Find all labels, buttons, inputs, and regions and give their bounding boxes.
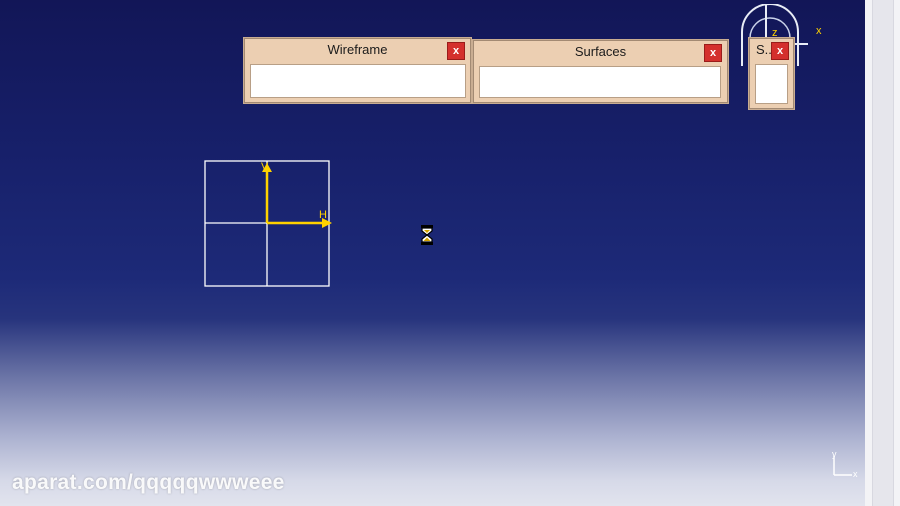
h-axis-label: H <box>319 209 327 221</box>
surfaces-close-button[interactable]: x <box>704 44 722 62</box>
third-close-button[interactable]: x <box>771 42 789 60</box>
wireframe-toolbar-title: Wireframe <box>327 42 388 57</box>
axis-x-label: x <box>853 469 858 479</box>
wireframe-toolbar[interactable]: Wireframe x <box>243 37 472 104</box>
hourglass-icon <box>421 225 433 245</box>
v-axis-label: V <box>261 161 269 173</box>
3d-viewport[interactable]: Wireframe x Surfaces x z x S.. x V H y x… <box>0 0 865 506</box>
sketch-grid[interactable]: V H <box>204 160 334 290</box>
axis-indicator-icon: y x <box>832 450 858 479</box>
scrollbar-track[interactable] <box>872 0 894 506</box>
axis-y-label: y <box>832 450 837 459</box>
wireframe-close-button[interactable]: x <box>447 42 465 60</box>
third-toolbar[interactable]: S.. x <box>748 37 795 110</box>
watermark-text: aparat.com/qqqqqwwweee <box>12 471 285 494</box>
surfaces-toolbar[interactable]: Surfaces x <box>472 39 729 104</box>
compass-x-label: x <box>816 25 822 37</box>
surfaces-toolbar-title: Surfaces <box>574 44 627 59</box>
wireframe-toolbar-body <box>250 64 466 98</box>
surfaces-toolbar-body <box>479 66 721 98</box>
third-toolbar-body <box>755 64 788 104</box>
right-scrollbar[interactable] <box>865 0 900 506</box>
